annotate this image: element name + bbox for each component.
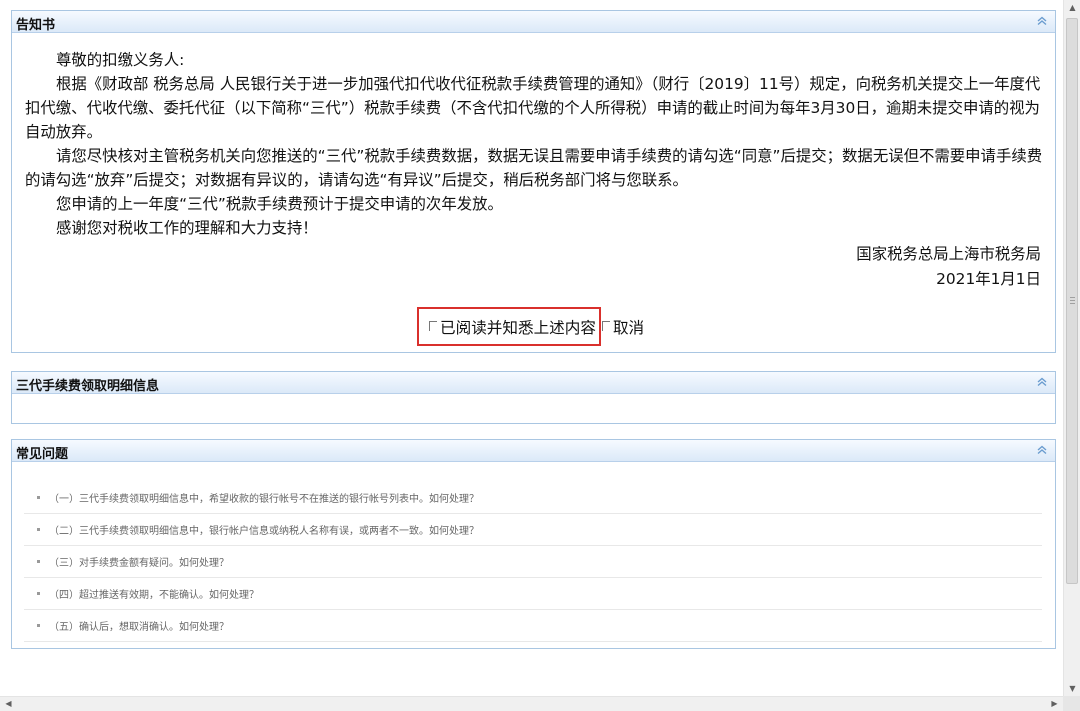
- page-viewport: 告知书 尊敬的扣缴义务人: 根据《财政部 税务总局 人民银行关于进一步加强代扣代…: [0, 0, 1063, 696]
- confirm-highlight: 已阅读并知悉上述内容: [417, 307, 601, 346]
- faq-link[interactable]: （一）三代手续费领取明细信息中，希望收款的银行帐号不在推送的银行帐号列表中。如何…: [49, 490, 479, 505]
- bullet-icon: [37, 624, 40, 627]
- grip-icon: [1070, 300, 1075, 301]
- faq-panel: 常见问题 （一）三代手续费领取明细信息中，希望收款的银行帐号不在推送的银行帐号列…: [11, 439, 1056, 649]
- faq-link[interactable]: （五）确认后，想取消确认。如何处理？: [49, 618, 229, 633]
- scroll-down-arrow-icon[interactable]: ▼: [1064, 684, 1080, 693]
- faq-link[interactable]: （四）超过推送有效期，不能确认。如何处理？: [49, 586, 259, 601]
- collapse-chevron-icon[interactable]: [1035, 443, 1049, 457]
- notice-signer: 国家税务总局上海市税务局: [856, 245, 1041, 263]
- vertical-scrollbar[interactable]: ▲ ▼: [1063, 0, 1080, 696]
- faq-item: （一）三代手续费领取明细信息中，希望收款的银行帐号不在推送的银行帐号列表中。如何…: [24, 482, 1042, 514]
- scrollbar-corner: [1063, 696, 1080, 711]
- bullet-icon: [37, 496, 40, 499]
- collapse-chevron-icon[interactable]: [1035, 375, 1049, 389]
- faq-item: （五）确认后，想取消确认。如何处理？: [24, 610, 1042, 642]
- notice-paragraph-2: 请您尽快核对主管税务机关向您推送的“三代”税款手续费数据，数据无误且需要申请手续…: [25, 147, 1043, 189]
- confirm-checkbox[interactable]: [429, 320, 437, 331]
- faq-link[interactable]: （二）三代手续费领取明细信息中，银行帐户信息或纳税人名称有误，或两者不一致。如何…: [49, 522, 479, 537]
- cancel-option[interactable]: 取消: [601, 316, 644, 338]
- notice-salutation: 尊敬的扣缴义务人:: [56, 51, 185, 69]
- collapse-chevron-icon[interactable]: [1035, 14, 1049, 28]
- faq-list: （一）三代手续费领取明细信息中，希望收款的银行帐号不在推送的银行帐号列表中。如何…: [24, 482, 1042, 642]
- notice-paragraph-4: 感谢您对税收工作的理解和大力支持！: [56, 219, 318, 237]
- faq-panel-header: 常见问题: [12, 440, 1055, 462]
- cancel-checkbox[interactable]: [601, 320, 610, 331]
- horizontal-scrollbar[interactable]: ◀ ▶: [0, 696, 1063, 711]
- notice-panel-header: 告知书: [12, 11, 1055, 33]
- faq-title: 常见问题: [16, 447, 69, 462]
- faq-item: （二）三代手续费领取明细信息中，银行帐户信息或纳税人名称有误，或两者不一致。如何…: [24, 514, 1042, 546]
- cancel-label[interactable]: 取消: [613, 316, 644, 338]
- bullet-icon: [37, 592, 40, 595]
- confirm-row: 已阅读并知悉上述内容 取消: [417, 307, 644, 346]
- confirm-label[interactable]: 已阅读并知悉上述内容: [440, 316, 596, 338]
- notice-paragraph-3: 您申请的上一年度“三代”税款手续费预计于提交申请的次年发放。: [56, 195, 503, 213]
- notice-panel: 告知书 尊敬的扣缴义务人: 根据《财政部 税务总局 人民银行关于进一步加强代扣代…: [11, 10, 1056, 353]
- faq-item: （四）超过推送有效期，不能确认。如何处理？: [24, 578, 1042, 610]
- detail-panel-header: 三代手续费领取明细信息: [12, 372, 1055, 394]
- bullet-icon: [37, 560, 40, 563]
- bullet-icon: [37, 528, 40, 531]
- notice-paragraph-1: 根据《财政部 税务总局 人民银行关于进一步加强代扣代收代征税款手续费管理的通知》…: [25, 75, 1041, 141]
- faq-item: （三）对手续费金额有疑问。如何处理？: [24, 546, 1042, 578]
- notice-title: 告知书: [16, 18, 56, 33]
- vertical-scroll-thumb[interactable]: [1066, 18, 1078, 584]
- grip-icon: [1070, 303, 1075, 304]
- detail-panel: 三代手续费领取明细信息: [11, 371, 1056, 424]
- detail-title: 三代手续费领取明细信息: [16, 379, 160, 394]
- scroll-up-arrow-icon[interactable]: ▲: [1064, 3, 1080, 12]
- notice-date: 2021年1月1日: [936, 270, 1041, 288]
- grip-icon: [1070, 297, 1075, 298]
- scroll-left-arrow-icon[interactable]: ◀: [0, 699, 17, 708]
- notice-body: 尊敬的扣缴义务人: 根据《财政部 税务总局 人民银行关于进一步加强代扣代收代征税…: [25, 48, 1043, 240]
- scroll-right-arrow-icon[interactable]: ▶: [1046, 699, 1063, 708]
- faq-link[interactable]: （三）对手续费金额有疑问。如何处理？: [49, 554, 229, 569]
